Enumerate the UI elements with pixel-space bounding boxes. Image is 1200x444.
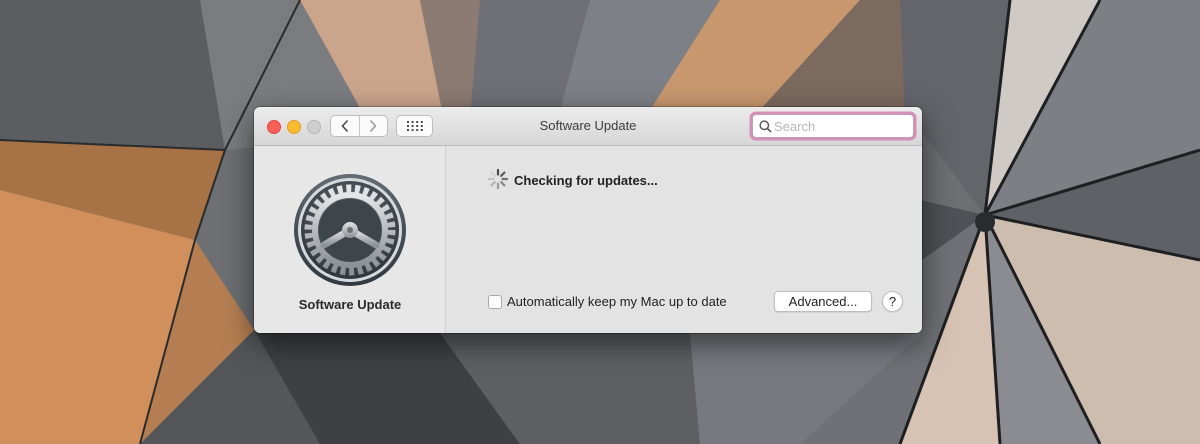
auto-update-label: Automatically keep my Mac up to date bbox=[507, 294, 727, 309]
system-preferences-window: Software Update Search Software Update C… bbox=[254, 107, 922, 333]
spinner-icon bbox=[487, 168, 509, 190]
minimize-button[interactable] bbox=[287, 120, 301, 134]
navigation-buttons bbox=[330, 115, 388, 137]
show-all-button[interactable] bbox=[396, 115, 433, 137]
status-text: Checking for updates... bbox=[514, 173, 658, 188]
chevron-left-icon bbox=[341, 119, 348, 133]
search-field[interactable] bbox=[752, 114, 914, 138]
auto-update-checkbox[interactable] bbox=[488, 294, 502, 309]
close-button[interactable] bbox=[267, 120, 281, 134]
auto-update-option[interactable]: Automatically keep my Mac up to date bbox=[488, 294, 727, 309]
update-content: Checking for updates... Automatically ke… bbox=[446, 146, 922, 333]
chevron-right-icon bbox=[370, 119, 377, 133]
advanced-button[interactable]: Advanced... bbox=[774, 291, 872, 312]
grid-icon bbox=[406, 121, 423, 131]
help-button[interactable]: ? bbox=[882, 291, 903, 312]
search-input[interactable] bbox=[774, 118, 908, 134]
forward-button[interactable] bbox=[358, 116, 388, 136]
back-button[interactable] bbox=[331, 116, 359, 136]
pane-name-label: Software Update bbox=[298, 297, 402, 312]
title-bar[interactable]: Software Update bbox=[254, 107, 922, 146]
search-icon bbox=[756, 115, 774, 137]
zoom-button[interactable] bbox=[307, 120, 321, 134]
gear-icon bbox=[294, 174, 406, 286]
pane-sidebar: Software Update bbox=[254, 146, 446, 333]
